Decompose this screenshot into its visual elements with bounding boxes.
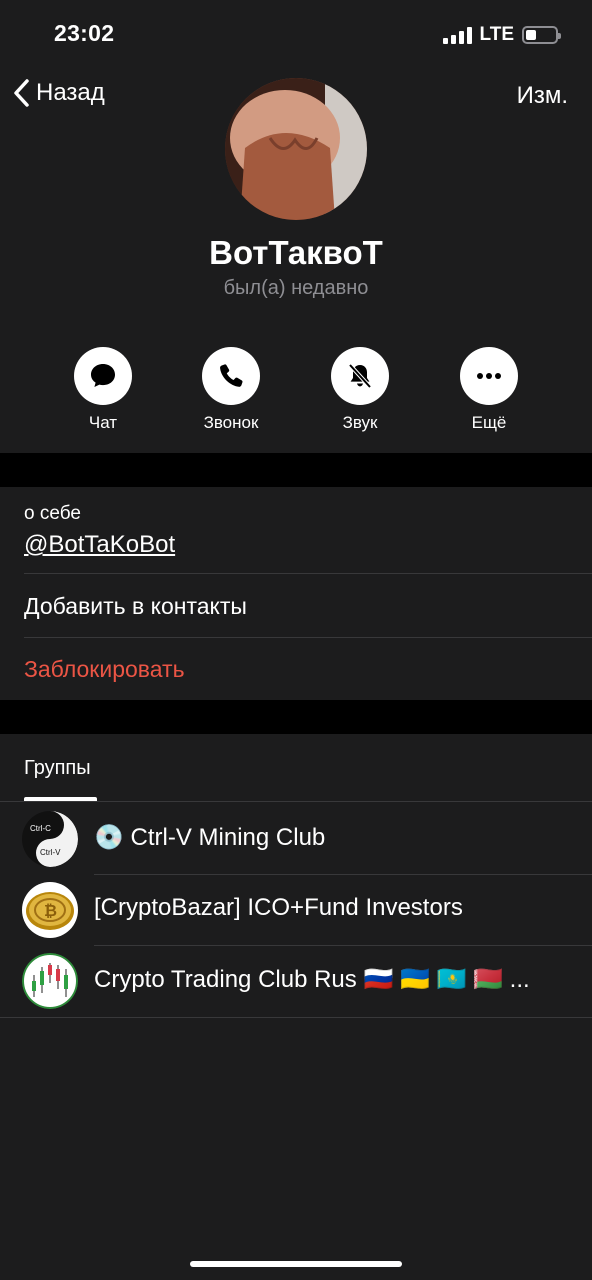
section-separator (0, 700, 592, 734)
more-label: Ещё (471, 413, 507, 432)
chat-label: Чат (88, 413, 118, 432)
call-button[interactable]: Звонок (171, 347, 291, 433)
svg-text:₿: ₿ (44, 902, 57, 920)
about-link[interactable]: @BotTaKoBot (24, 531, 175, 559)
action-buttons: Чат Звонок Звук Ещё (0, 347, 592, 437)
more-button[interactable]: Ещё (429, 347, 549, 433)
profile-avatar[interactable] (225, 78, 367, 220)
more-icon (477, 373, 501, 379)
tab-groups[interactable]: Группы (24, 757, 91, 780)
about-label: о себе (24, 503, 81, 524)
divider (24, 637, 592, 638)
battery-icon (522, 26, 561, 44)
edit-button[interactable]: Изм. (517, 82, 568, 110)
avatar-image (225, 78, 367, 220)
signal-icon (442, 26, 472, 44)
group-avatar (22, 953, 78, 1009)
home-indicator[interactable] (190, 1261, 402, 1267)
phone-icon (220, 364, 243, 387)
profile-name: ВотТаквоТ (209, 234, 383, 271)
chevron-left-icon (14, 79, 29, 107)
group-item-crypto-trading[interactable]: Crypto Trading Club Rus 🇷🇺 🇺🇦 🇰🇿 🇧🇾 ... (0, 945, 592, 1016)
bell-muted-icon (348, 363, 372, 389)
call-label: Звонок (203, 413, 259, 432)
chat-bubble-icon (91, 364, 115, 387)
divider (24, 573, 592, 574)
back-button[interactable]: Назад (12, 78, 105, 108)
svg-text:Ctrl-V: Ctrl-V (40, 848, 61, 857)
bitcoin-coin-icon: ₿ (22, 882, 78, 938)
mute-button[interactable]: Звук (300, 347, 420, 433)
back-label: Назад (36, 79, 105, 106)
group-item-ctrlv[interactable]: Ctrl-C Ctrl-V 💿 Ctrl-V Mining Club (0, 803, 592, 874)
status-time: 23:02 (54, 20, 115, 46)
candlestick-chart-icon (22, 953, 78, 1009)
group-item-cryptobazar[interactable]: ₿ [CryptoBazar] ICO+Fund Investors (0, 874, 592, 945)
svg-text:Ctrl-C: Ctrl-C (30, 824, 51, 833)
group-avatar: ₿ (22, 882, 78, 938)
divider (0, 801, 592, 802)
group-title: [CryptoBazar] ICO+Fund Investors (94, 894, 463, 921)
mute-label: Звук (342, 413, 378, 432)
group-avatar: Ctrl-C Ctrl-V (22, 811, 78, 867)
status-bar: 23:02 LTE (0, 0, 592, 70)
block-button[interactable]: Заблокировать (24, 656, 185, 683)
group-title: 💿 Ctrl-V Mining Club (94, 824, 326, 851)
yin-yang-icon: Ctrl-C Ctrl-V (22, 811, 78, 867)
add-contact-button[interactable]: Добавить в контакты (24, 593, 247, 620)
status-indicators: LTE (442, 24, 561, 46)
chat-button[interactable]: Чат (43, 347, 163, 433)
network-type: LTE (479, 24, 514, 45)
section-separator (0, 453, 592, 487)
divider (0, 1017, 592, 1018)
group-title: Crypto Trading Club Rus 🇷🇺 🇺🇦 🇰🇿 🇧🇾 ... (94, 966, 530, 993)
profile-status: был(а) недавно (223, 277, 369, 299)
